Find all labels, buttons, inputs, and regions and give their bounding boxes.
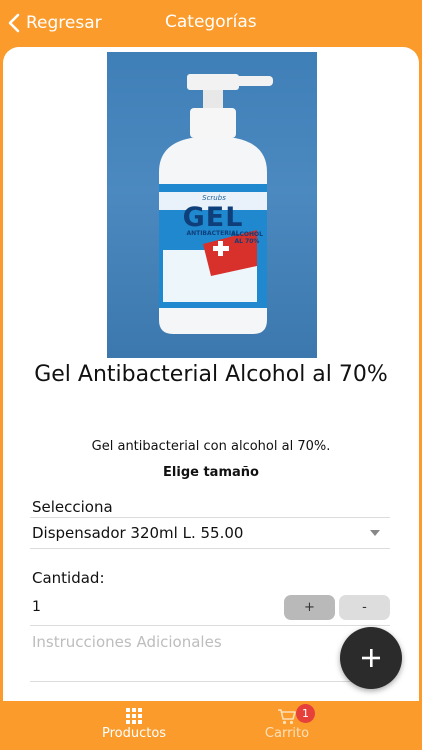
size-select-value: Dispensador 320ml L. 55.00 — [32, 524, 244, 542]
divider — [30, 548, 390, 549]
top-bar: Regresar Categorías — [0, 0, 422, 46]
quantity-increase-button[interactable]: + — [284, 595, 335, 620]
chevron-left-icon — [8, 13, 20, 33]
plus-icon — [362, 649, 380, 667]
tab-carrito-label: Carrito — [264, 726, 310, 741]
product-brand-text: Scrubs — [202, 194, 226, 202]
quantity-input[interactable] — [30, 595, 272, 619]
product-image: Scrubs GEL ANTIBACTERIAL ALCOHOL AL 70% — [107, 52, 317, 358]
size-heading: Elige tamaño — [163, 465, 259, 480]
product-card: Scrubs GEL ANTIBACTERIAL ALCOHOL AL 70% … — [3, 47, 419, 701]
caret-down-icon — [370, 530, 380, 536]
product-badge-text: ALCOHOL AL 70% — [231, 231, 263, 245]
back-label: Regresar — [26, 13, 102, 33]
back-button[interactable]: Regresar — [8, 9, 102, 37]
instructions-input[interactable] — [30, 629, 332, 655]
quantity-label: Cantidad: — [32, 569, 105, 587]
product-title: Gel Antibacterial Alcohol al 70% — [34, 362, 388, 387]
tab-productos[interactable]: Productos — [69, 701, 199, 750]
tab-bar: Productos 1 Carrito — [0, 701, 422, 750]
product-description: Gel antibacterial con alcohol al 70%. — [91, 439, 331, 454]
divider — [30, 517, 390, 518]
tab-productos-label: Productos — [101, 726, 167, 741]
screen-title: Categorías — [165, 12, 257, 32]
divider — [30, 625, 390, 626]
cart-icon — [278, 709, 296, 725]
select-label: Selecciona — [32, 498, 113, 516]
product-label-text: GEL — [182, 202, 244, 233]
quantity-decrease-button[interactable]: - — [339, 595, 390, 620]
divider — [30, 681, 390, 682]
size-select[interactable]: Dispensador 320ml L. 55.00 — [30, 519, 390, 547]
add-to-cart-button[interactable] — [340, 627, 402, 689]
cart-badge: 1 — [296, 704, 315, 723]
grid-icon — [126, 708, 142, 724]
tab-carrito[interactable]: 1 Carrito — [222, 701, 352, 750]
